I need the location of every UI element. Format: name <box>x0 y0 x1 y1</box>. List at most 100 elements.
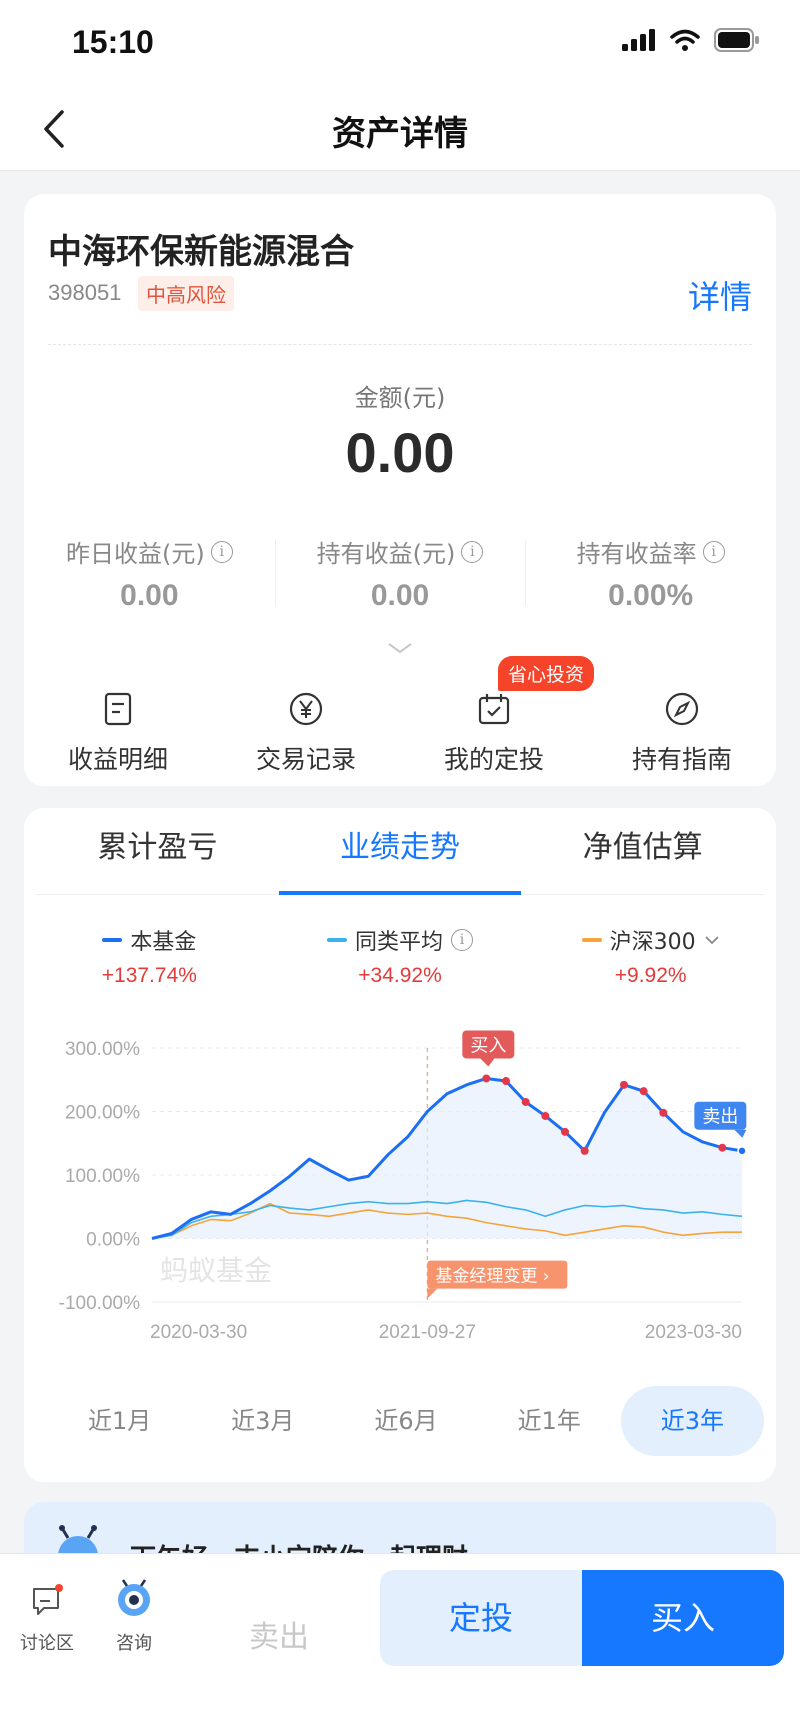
tab-performance-trend[interactable]: 业绩走势 <box>278 808 522 895</box>
legend-value: +137.74% <box>101 964 197 987</box>
discussion-button[interactable]: 讨论区 <box>14 1584 80 1655</box>
chevron-down-icon[interactable] <box>386 640 414 656</box>
consult-button[interactable]: 咨询 <box>104 1578 164 1655</box>
sip-button[interactable]: 定投 <box>380 1570 582 1666</box>
chat-bubble-icon <box>33 1584 63 1615</box>
legend-fund[interactable]: 本基金 +137.74% <box>24 924 275 988</box>
manager-change-label: 基金经理变更 › <box>435 1267 549 1287</box>
trade-marker <box>482 1074 491 1083</box>
compass-icon <box>665 692 699 726</box>
stat-label: 持有收益率 <box>576 540 697 568</box>
buy-label: 买入 <box>470 1035 506 1056</box>
x-tick-label: 2020-03-30 <box>150 1322 247 1343</box>
action-transactions[interactable]: 交易记录 <box>212 692 400 776</box>
chevron-down-icon[interactable] <box>704 935 720 945</box>
detail-link[interactable]: 详情 <box>688 272 752 318</box>
stat-yesterday: 昨日收益(元) i 0.00 <box>24 534 275 614</box>
legend-peer-average[interactable]: 同类平均 i +34.92% <box>275 924 526 988</box>
action-label: 我的定投 <box>443 745 544 774</box>
discussion-label: 讨论区 <box>20 1633 74 1654</box>
sell-label-pointer <box>734 1129 747 1138</box>
action-row: 收益明细 交易记录 我的定投 持有指南 <box>24 692 776 776</box>
legend-swatch <box>327 938 347 942</box>
status-icons <box>622 28 760 52</box>
info-icon[interactable]: i <box>210 540 233 563</box>
divider <box>48 344 752 345</box>
stat-value: 0.00 <box>370 579 430 612</box>
calendar-check-icon <box>478 694 510 725</box>
tab-nav-estimate[interactable]: 净值估算 <box>521 808 764 894</box>
trade-marker <box>521 1097 530 1106</box>
fund-code: 398051 <box>48 280 122 305</box>
watermark: 蚂蚁基金 <box>160 1254 272 1287</box>
period-6m[interactable]: 近6月 <box>334 1386 477 1456</box>
legend-label: 本基金 <box>130 930 197 955</box>
action-my-sip[interactable]: 我的定投 <box>400 692 588 776</box>
stats-row: 昨日收益(元) i 0.00 持有收益(元) i 0.00 持有收益率 i 0.… <box>24 534 776 614</box>
trade-marker <box>561 1127 569 1136</box>
chart-legend: 本基金 +137.74% 同类平均 i +34.92% 沪深300 +9.92% <box>24 924 776 988</box>
chart-tabs: 累计盈亏 业绩走势 净值估算 <box>36 808 764 895</box>
bottom-bar: 讨论区 咨询 卖出 定投 买入 <box>0 1553 800 1732</box>
y-tick-label: 0.00% <box>86 1230 140 1251</box>
page-title: 资产详情 <box>332 114 468 154</box>
y-tick-label: 100.00% <box>65 1166 140 1187</box>
signal-icon <box>622 29 655 51</box>
stat-label: 昨日收益(元) <box>65 540 205 568</box>
legend-swatch <box>102 938 123 942</box>
trade-marker <box>639 1087 648 1096</box>
period-1y[interactable]: 近1年 <box>478 1386 621 1456</box>
yen-coin-icon <box>289 692 323 726</box>
tab-cumulative-pnl[interactable]: 累计盈亏 <box>36 808 279 894</box>
y-tick-label: 300.00% <box>65 1039 140 1060</box>
buy-label-pointer <box>480 1058 495 1067</box>
legend-label: 同类平均 <box>355 930 444 955</box>
legend-value: +34.92% <box>358 964 442 987</box>
y-tick-label: 200.00% <box>65 1103 140 1124</box>
x-tick-label: 2021-09-27 <box>379 1322 476 1343</box>
info-icon[interactable]: i <box>702 540 725 563</box>
trade-marker <box>659 1108 668 1117</box>
action-holding-guide[interactable]: 持有指南 <box>588 692 776 776</box>
legend-label: 沪深300 <box>609 930 696 955</box>
consult-label: 咨询 <box>116 1633 152 1654</box>
promo-badge: 省心投资 <box>498 656 595 691</box>
amount-label: 金额(元) <box>354 384 446 412</box>
legend-benchmark[interactable]: 沪深300 +9.92% <box>525 924 776 988</box>
status-bar: 15:10 <box>0 0 800 88</box>
trade-marker <box>620 1080 628 1089</box>
trade-marker <box>502 1077 510 1086</box>
risk-badge: 中高风险 <box>138 276 234 311</box>
action-income-detail[interactable]: 收益明细 <box>24 692 212 776</box>
manager-change-label-pointer <box>427 1288 438 1299</box>
battery-icon <box>714 28 759 52</box>
sell-label: 卖出 <box>702 1107 738 1128</box>
status-time: 15:10 <box>72 24 154 60</box>
trade-marker <box>718 1143 727 1152</box>
action-label: 交易记录 <box>255 745 356 774</box>
period-3m[interactable]: 近3月 <box>191 1386 334 1456</box>
period-selector: 近1月 近3月 近6月 近1年 近3年 <box>48 1386 765 1456</box>
stat-value: 0.00% <box>608 579 694 612</box>
legend-value: +9.92% <box>614 964 687 987</box>
x-tick-label: 2023-03-30 <box>645 1322 742 1343</box>
period-1m[interactable]: 近1月 <box>48 1386 191 1456</box>
amount-value: 0.00 <box>345 421 455 484</box>
action-label: 持有指南 <box>631 745 732 774</box>
period-3y[interactable]: 近3年 <box>620 1386 765 1456</box>
performance-chart[interactable]: 300.00% 200.00% 100.00% 0.00% -100.00% 2020-0… <box>24 1012 776 1358</box>
info-icon[interactable]: i <box>461 540 484 563</box>
stat-value: 0.00 <box>120 579 179 612</box>
last-point-marker <box>737 1146 747 1156</box>
trade-marker <box>580 1146 589 1155</box>
trade-marker <box>541 1111 550 1120</box>
fund-name: 中海环保新能源混合 <box>48 232 354 272</box>
stat-label: 持有收益(元) <box>316 540 456 568</box>
buy-button[interactable]: 买入 <box>582 1570 784 1666</box>
info-icon[interactable]: i <box>451 929 474 951</box>
sell-button[interactable]: 卖出 <box>204 1590 354 1686</box>
legend-swatch <box>581 938 602 942</box>
nav-bar: 资产详情 <box>0 88 800 171</box>
document-icon <box>104 692 132 726</box>
action-label: 收益明细 <box>67 745 168 774</box>
